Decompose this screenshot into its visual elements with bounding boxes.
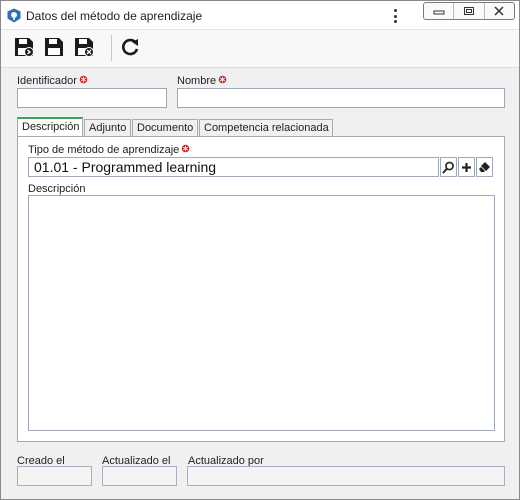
app-icon <box>7 8 21 23</box>
floppy-disk-icon <box>45 38 63 56</box>
tab-adjunto[interactable]: Adjunto <box>84 119 131 137</box>
minimize-button[interactable] <box>424 3 455 19</box>
save-and-close-button[interactable] <box>71 34 97 60</box>
required-icon <box>218 75 227 84</box>
tab-competencia-relacionada[interactable]: Competencia relacionada <box>199 119 333 137</box>
add-button[interactable] <box>458 157 475 177</box>
search-icon <box>442 161 454 174</box>
toolbar <box>1 30 519 68</box>
learning-method-type-label: Tipo de método de aprendizaje <box>28 144 190 156</box>
required-icon <box>79 75 88 84</box>
close-button[interactable] <box>485 3 514 19</box>
minimize-icon <box>433 10 445 15</box>
tab-panel-descripcion: Tipo de método de aprendizaje 01.01 - Pr… <box>17 136 505 442</box>
identifier-label-text: Identificador <box>17 75 77 87</box>
maximize-icon <box>463 7 474 15</box>
toolbar-separator <box>111 35 112 61</box>
updated-field <box>102 466 177 486</box>
created-field <box>17 466 92 486</box>
tab-documento[interactable]: Documento <box>132 119 198 137</box>
name-input[interactable] <box>177 88 505 108</box>
clear-button[interactable] <box>476 157 493 177</box>
name-label-text: Nombre <box>177 75 217 87</box>
learning-method-type-field[interactable]: 01.01 - Programmed learning <box>28 157 439 177</box>
close-icon <box>494 6 504 16</box>
tab-descripcion[interactable]: Descripción <box>17 117 83 138</box>
window-title: Datos del método de aprendizaje <box>26 9 203 23</box>
save-button[interactable] <box>41 34 67 60</box>
refresh-icon <box>122 38 139 56</box>
dialog-window: Datos del método de aprendizaje Identifi… <box>0 0 520 500</box>
name-label: Nombre <box>177 75 227 87</box>
title-bar: Datos del método de aprendizaje <box>1 1 519 30</box>
learning-method-type-label-text: Tipo de método de aprendizaje <box>28 144 180 156</box>
updated-by-field <box>187 466 505 486</box>
search-button[interactable] <box>440 157 457 177</box>
floppy-disk-plus-icon <box>15 38 34 57</box>
eraser-icon <box>479 161 490 172</box>
description-textarea[interactable] <box>28 195 495 431</box>
refresh-button[interactable] <box>117 34 143 60</box>
window-controls <box>423 2 515 20</box>
maximize-button[interactable] <box>454 3 485 19</box>
identifier-label: Identificador <box>17 75 88 87</box>
identifier-input[interactable] <box>17 88 167 108</box>
save-and-new-button[interactable] <box>11 34 37 60</box>
description-label: Descripción <box>28 183 86 195</box>
plus-icon <box>462 162 471 172</box>
floppy-disk-close-icon <box>75 38 94 57</box>
required-icon <box>181 144 190 153</box>
kebab-menu-icon[interactable] <box>390 7 400 25</box>
